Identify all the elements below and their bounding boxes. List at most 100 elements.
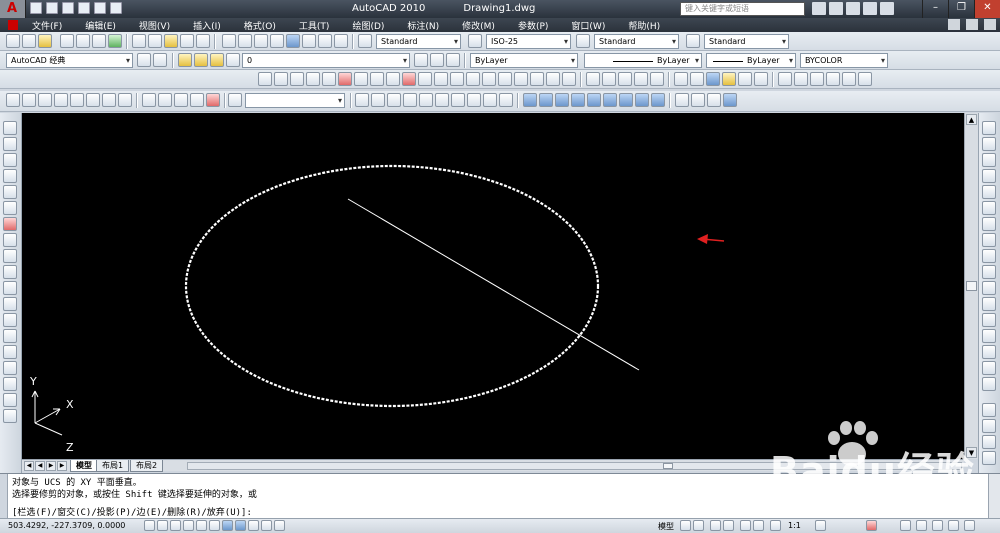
- help-icon[interactable]: [880, 2, 894, 15]
- linetype-select[interactable]: ByLayer: [584, 53, 702, 68]
- interfere-icon[interactable]: [651, 93, 665, 107]
- create-block-icon[interactable]: [810, 72, 824, 86]
- materials-icon[interactable]: [738, 72, 752, 86]
- menu-file[interactable]: 文件(F): [32, 19, 62, 32]
- revision-cloud-icon[interactable]: [3, 233, 17, 247]
- break-icon[interactable]: [982, 313, 996, 327]
- baseline-icon[interactable]: [402, 72, 416, 86]
- sphere-solid-icon[interactable]: [419, 93, 433, 107]
- hide-icon[interactable]: [690, 72, 704, 86]
- scroll-up-icon[interactable]: ▲: [966, 114, 977, 125]
- coordinates-readout[interactable]: 503.4292, -227.3709, 0.0000: [8, 521, 125, 530]
- input-method-icon[interactable]: [900, 520, 911, 531]
- stretch-icon[interactable]: [634, 72, 648, 86]
- continuous-orbit-icon[interactable]: [707, 93, 721, 107]
- continue-icon[interactable]: [418, 72, 432, 86]
- menu-dimension[interactable]: 标注(N): [407, 19, 439, 32]
- menu-edit[interactable]: 编辑(E): [85, 19, 116, 32]
- subscription-icon[interactable]: [829, 2, 843, 15]
- open-icon[interactable]: [46, 2, 58, 14]
- attach-icon[interactable]: [858, 72, 872, 86]
- construction-line-icon[interactable]: [3, 137, 17, 151]
- 3d-rotate-icon[interactable]: [587, 93, 601, 107]
- ordinate-icon[interactable]: [306, 72, 320, 86]
- dim-break-icon[interactable]: [450, 72, 464, 86]
- helix-icon[interactable]: [118, 93, 132, 107]
- intersect-icon[interactable]: [555, 93, 569, 107]
- presspull-icon[interactable]: [158, 93, 172, 107]
- break-at-point-icon[interactable]: [982, 297, 996, 311]
- redo-icon[interactable]: [94, 2, 106, 14]
- plot-icon[interactable]: [60, 34, 74, 48]
- status-tray-icon[interactable]: [948, 520, 959, 531]
- 3d-align-icon[interactable]: [603, 93, 617, 107]
- polysolid-icon[interactable]: [6, 93, 20, 107]
- menu-draw[interactable]: 绘图(D): [352, 19, 384, 32]
- chamfer-icon[interactable]: [982, 345, 996, 359]
- wedge-solid-icon[interactable]: [387, 93, 401, 107]
- prev-tab-icon[interactable]: ◀: [35, 461, 45, 471]
- explode-icon[interactable]: [982, 377, 996, 391]
- selected-ellipse[interactable]: [184, 164, 600, 408]
- layer-select[interactable]: 0: [242, 53, 410, 68]
- 3d-orbit-icon[interactable]: [675, 93, 689, 107]
- workspace-select[interactable]: AutoCAD 经典: [6, 53, 133, 68]
- color-select[interactable]: ByLayer: [470, 53, 578, 68]
- dyn-icon[interactable]: [248, 520, 259, 531]
- 3d-mirror-icon[interactable]: [635, 93, 649, 107]
- rectangle-icon[interactable]: [3, 185, 17, 199]
- ducs-icon[interactable]: [235, 520, 246, 531]
- layer-properties-icon[interactable]: [178, 53, 192, 67]
- layer-states-icon[interactable]: [430, 53, 444, 67]
- diagonal-line[interactable]: [347, 198, 640, 371]
- undo-icon[interactable]: [180, 34, 194, 48]
- pyramid-solid-icon[interactable]: [451, 93, 465, 107]
- linear-dim-icon[interactable]: [258, 72, 272, 86]
- tab-layout2[interactable]: 布局2: [130, 460, 164, 472]
- favorites-icon[interactable]: [863, 2, 877, 15]
- zoom-previous-icon[interactable]: [270, 34, 284, 48]
- undo-icon[interactable]: [78, 2, 90, 14]
- menu-format[interactable]: 格式(O): [244, 19, 276, 32]
- planar-surface-icon[interactable]: [371, 93, 385, 107]
- next-tab-icon[interactable]: ▶: [46, 461, 56, 471]
- communication-icon[interactable]: [846, 2, 860, 15]
- scale-icon[interactable]: [618, 72, 632, 86]
- new-icon[interactable]: [30, 2, 42, 14]
- pyramid-icon[interactable]: [102, 93, 116, 107]
- 3d-array-icon[interactable]: [619, 93, 633, 107]
- text-style-select[interactable]: Standard: [376, 34, 461, 49]
- publish-icon[interactable]: [92, 34, 106, 48]
- quick-properties-icon[interactable]: [274, 520, 285, 531]
- dim-text-edit-icon[interactable]: [546, 72, 560, 86]
- command-window-grip[interactable]: [0, 474, 8, 519]
- slice-icon[interactable]: [483, 93, 497, 107]
- help-icon[interactable]: [334, 34, 348, 48]
- revolve-icon[interactable]: [190, 93, 204, 107]
- lock-ui-icon[interactable]: [932, 520, 943, 531]
- draworder-icon[interactable]: [982, 403, 996, 417]
- snap-icon[interactable]: [144, 520, 155, 531]
- table-icon[interactable]: [3, 393, 17, 407]
- polyline-icon[interactable]: [3, 153, 17, 167]
- open-icon[interactable]: [22, 34, 36, 48]
- lineweight-toggle-icon[interactable]: [261, 520, 272, 531]
- tolerance-icon[interactable]: [466, 72, 480, 86]
- paste-icon[interactable]: [164, 34, 178, 48]
- annotation-scale-icon[interactable]: [770, 520, 781, 531]
- plot-style-select[interactable]: BYCOLOR: [800, 53, 888, 68]
- drawing-area[interactable]: Y X Z: [22, 113, 964, 459]
- free-orbit-icon[interactable]: [691, 93, 705, 107]
- zoom-window-icon[interactable]: [254, 34, 268, 48]
- line-icon[interactable]: [3, 121, 17, 135]
- annotation-scale[interactable]: 1:1: [788, 521, 801, 530]
- vertical-scrollbar[interactable]: ▲ ▼: [964, 113, 978, 459]
- view-cube-icon[interactable]: [723, 93, 737, 107]
- menu-tools[interactable]: 工具(T): [299, 19, 330, 32]
- torus-solid-icon[interactable]: [435, 93, 449, 107]
- sweep-icon[interactable]: [174, 93, 188, 107]
- arc-length-icon[interactable]: [290, 72, 304, 86]
- text-front-icon[interactable]: [982, 451, 996, 465]
- insert-block-icon[interactable]: [794, 72, 808, 86]
- array-icon[interactable]: [982, 185, 996, 199]
